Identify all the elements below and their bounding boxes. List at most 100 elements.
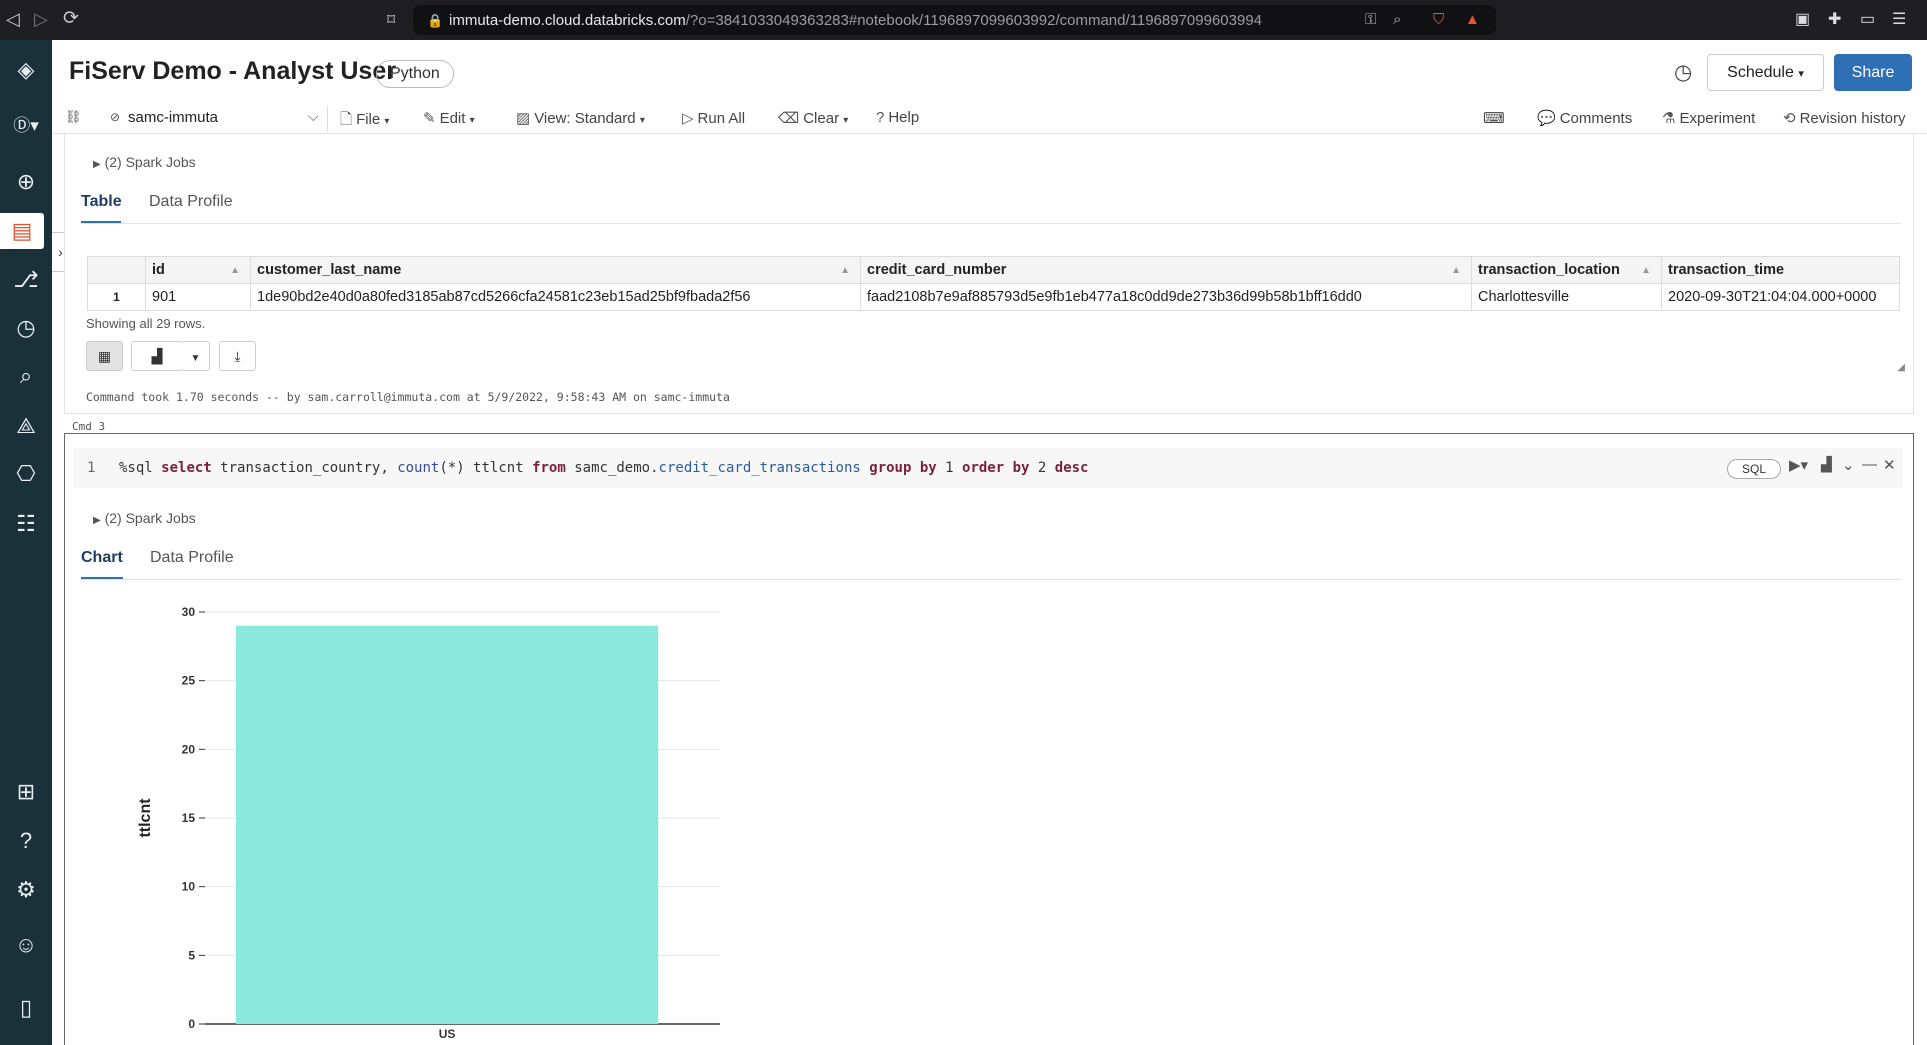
extension-icon[interactable]: ▣: [1795, 9, 1810, 29]
back-icon[interactable]: ◁: [6, 9, 20, 30]
line-number: 1: [87, 460, 96, 476]
run-cell-icon[interactable]: ▶▾: [1789, 456, 1808, 474]
tab-chart[interactable]: Chart: [81, 549, 123, 567]
sort-icon[interactable]: ▲: [840, 265, 850, 276]
bar: [235, 625, 659, 1024]
view-icon: ▨: [516, 110, 531, 127]
cluster-select[interactable]: ⛓ ⊘ samc-immuta ⌵: [62, 106, 328, 132]
table-header-row: id ▲ customer_last_name ▲ credit_card_numb…: [87, 256, 1900, 284]
code-editor[interactable]: 1 %sql select transaction_country, count…: [73, 448, 1903, 488]
search-icon[interactable]: ⌕: [5, 358, 47, 394]
edit-menu[interactable]: ✎ Edit ▾: [423, 109, 475, 127]
cluster-status-icon: ⊘: [110, 110, 121, 124]
schedule-label: Schedule: [1727, 64, 1794, 81]
run-all-button[interactable]: ▷ Run All: [682, 109, 745, 127]
help-icon[interactable]: ?: [5, 823, 47, 859]
table-view-button[interactable]: ▦: [86, 341, 123, 371]
workspace-icon[interactable]: ▤: [0, 213, 44, 249]
clear-menu[interactable]: ⌫ Clear ▾: [778, 109, 848, 127]
delete-cell-icon[interactable]: ✕: [1883, 456, 1896, 474]
tab-data-profile[interactable]: Data Profile: [149, 193, 233, 211]
spark-jobs-toggle[interactable]: ▶ (2) Spark Jobs: [93, 510, 196, 526]
url-text: immuta-demo.cloud.databricks.com/?o=3841…: [449, 12, 1263, 29]
caret-down-icon: ▾: [843, 115, 849, 126]
compute-icon[interactable]: ⎔: [5, 456, 47, 492]
column-header[interactable]: transaction_time: [1661, 256, 1900, 284]
sidebar-toggle-icon[interactable]: ▯: [5, 990, 47, 1026]
jobs-icon[interactable]: ☷: [5, 506, 47, 542]
view-menu[interactable]: ▨ View: Standard ▾: [516, 109, 645, 127]
bar-chart-icon: ▟: [151, 348, 163, 364]
y-tick-label: 5: [188, 948, 195, 962]
column-header[interactable]: credit_card_number ▲: [860, 256, 1472, 284]
tab-table[interactable]: Table: [81, 193, 122, 211]
chart-options-dropdown[interactable]: ▼: [182, 341, 210, 371]
share-button[interactable]: Share: [1834, 54, 1912, 91]
comments-button[interactable]: 💬 Comments: [1537, 109, 1632, 127]
sort-icon[interactable]: ▲: [230, 265, 240, 276]
schedule-button[interactable]: Schedule ▾: [1707, 54, 1824, 91]
forward-icon[interactable]: ▷: [34, 9, 48, 30]
command-cell-3[interactable]: 1 %sql select transaction_country, count…: [64, 433, 1914, 1045]
revision-history-button[interactable]: ⟲ Revision history: [1783, 109, 1905, 127]
sort-icon[interactable]: ▲: [1451, 265, 1461, 276]
x-tick-label: US: [439, 1027, 456, 1041]
notebook-title[interactable]: FiServ Demo - Analyst User: [69, 57, 396, 86]
zoom-icon[interactable]: ⌕: [1393, 11, 1401, 28]
puzzle-icon[interactable]: ✚: [1828, 9, 1841, 29]
minimize-cell-icon[interactable]: —: [1862, 456, 1877, 473]
wallet-icon[interactable]: ▭: [1860, 9, 1875, 29]
cluster-network-icon: ⛓: [65, 109, 82, 124]
result-table: id ▲ customer_last_name ▲ credit_card_numb…: [87, 256, 1900, 311]
settings-icon[interactable]: ⚙: [5, 872, 47, 908]
tab-data-profile[interactable]: Data Profile: [150, 549, 234, 567]
menu-icon[interactable]: ☰: [1892, 9, 1906, 29]
sort-icon[interactable]: ▲: [1641, 265, 1651, 276]
chevron-down-icon: ⌵: [308, 108, 319, 124]
repos-icon[interactable]: ⎇: [5, 262, 47, 298]
bookmark-icon[interactable]: ⌑: [387, 10, 395, 30]
tab-divider: [81, 223, 1901, 224]
schedule-history-icon[interactable]: ◷: [1674, 60, 1692, 85]
spark-jobs-toggle[interactable]: ▶ (2) Spark Jobs: [93, 154, 196, 170]
file-icon: 🗋: [340, 111, 353, 128]
key-icon[interactable]: ⚿: [1365, 11, 1376, 28]
cell-language-badge[interactable]: SQL: [1727, 459, 1781, 479]
download-icon: ⤓: [234, 348, 241, 364]
table-row: 1 901 1de90bd2e40d0a80fed3185ab87cd5266c…: [87, 283, 1900, 311]
keyboard-shortcuts-button[interactable]: ⌨: [1483, 109, 1505, 127]
brave-shield-icon[interactable]: ⛉: [1433, 11, 1444, 28]
column-header[interactable]: transaction_location ▲: [1471, 256, 1662, 284]
language-badge[interactable]: Python: [376, 60, 454, 88]
code-line[interactable]: %sql select transaction_country, count(*…: [119, 460, 1088, 476]
eraser-icon: ⌫: [778, 110, 800, 127]
file-menu[interactable]: 🗋 File ▾: [340, 109, 389, 134]
data-icon[interactable]: ⟁: [5, 408, 47, 444]
experiment-button[interactable]: ⚗ Experiment: [1662, 109, 1755, 127]
workspace-switcher-icon[interactable]: Ⓓ▾: [5, 108, 47, 144]
chart-view-button[interactable]: ▟: [131, 341, 183, 371]
column-header[interactable]: customer_last_name ▲: [250, 256, 861, 284]
cell-chart-icon[interactable]: ▟: [1821, 456, 1832, 473]
play-circle-icon: ▷: [682, 110, 694, 127]
brave-rewards-icon[interactable]: ▲: [1465, 11, 1480, 28]
y-tick-label: 10: [182, 880, 196, 894]
create-icon[interactable]: ⊕: [5, 164, 47, 200]
column-header[interactable]: id ▲: [145, 256, 251, 284]
databricks-logo-icon[interactable]: ◈: [5, 52, 47, 88]
command-cell-2[interactable]: ▶ (2) Spark Jobs Table Data Profile id ▲ …: [64, 134, 1914, 414]
help-menu[interactable]: ? Help: [876, 109, 919, 126]
address-bar[interactable]: 🔒 immuta-demo.cloud.databricks.com/?o=38…: [413, 5, 1496, 35]
command-label: Cmd 3: [72, 420, 106, 433]
account-icon[interactable]: ☺: [5, 927, 47, 963]
cell-menu-chevron-icon[interactable]: ⌄: [1842, 456, 1855, 474]
flask-icon: ⚗: [1662, 110, 1676, 127]
table-cell: 1de90bd2e40d0a80fed3185ab87cd5266cfa2458…: [250, 283, 861, 311]
download-button[interactable]: ⤓: [219, 341, 256, 371]
cluster-name: samc-immuta: [128, 109, 219, 126]
partner-connect-icon[interactable]: ⊞: [5, 774, 47, 810]
resize-handle-icon[interactable]: ◢: [1897, 362, 1905, 373]
reload-icon[interactable]: ⟳: [63, 7, 79, 30]
recents-icon[interactable]: ◷: [5, 310, 47, 346]
keyboard-icon: ⌨: [1483, 110, 1505, 127]
